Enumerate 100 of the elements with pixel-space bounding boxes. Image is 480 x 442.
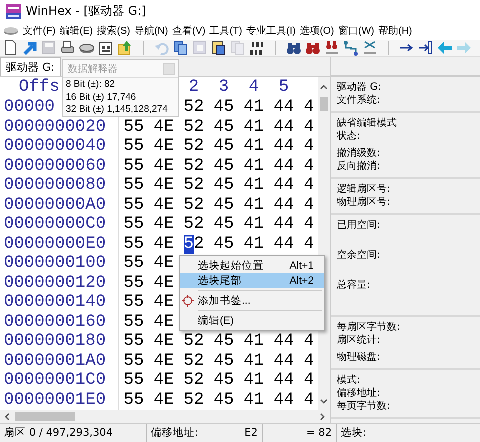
hex-byte[interactable]: 4E — [149, 176, 179, 196]
scrollbar-thumb[interactable] — [15, 412, 75, 421]
hex-byte[interactable]: 45 — [209, 118, 239, 137]
hex-byte[interactable]: 52 — [179, 137, 209, 156]
hex-byte[interactable]: 41 — [239, 98, 269, 118]
hex-byte[interactable]: 44 — [269, 196, 299, 215]
menu-item[interactable]: 窗口(W) — [338, 23, 374, 39]
hex-byte[interactable]: 45 — [209, 156, 239, 176]
hex-byte[interactable]: 44 — [269, 176, 299, 196]
hex-byte[interactable]: 4E — [149, 274, 179, 293]
hex-byte[interactable]: 55 — [119, 390, 149, 410]
hex-byte[interactable]: 52 — [179, 156, 209, 176]
menu-item[interactable]: 搜索(S) — [97, 23, 130, 39]
menu-item[interactable]: 选块起始位置 Alt+1 — [180, 258, 324, 273]
hex-byte[interactable]: 55 — [119, 352, 149, 371]
hex-byte[interactable]: 4 — [299, 390, 318, 410]
hex-byte[interactable]: 52 — [179, 234, 209, 254]
goto-icon[interactable] — [418, 40, 434, 56]
hex-byte[interactable]: 44 — [269, 156, 299, 176]
hex-byte[interactable]: 45 — [209, 137, 239, 156]
hex-byte[interactable]: 4E — [149, 390, 179, 410]
replace-icon[interactable] — [343, 40, 359, 56]
hex-byte[interactable]: 4E — [149, 118, 179, 137]
hex-byte[interactable]: 52 — [179, 118, 209, 137]
hex-byte[interactable]: 52 — [179, 176, 209, 196]
hex-byte[interactable]: 4E — [149, 254, 179, 274]
hex-byte[interactable]: 41 — [239, 196, 269, 215]
menu-item[interactable]: 选项(O) — [300, 23, 334, 39]
hex-byte[interactable]: 55 — [119, 332, 149, 352]
hex-byte[interactable]: 4E — [149, 352, 179, 371]
hex-byte[interactable]: 4E — [149, 215, 179, 234]
hex-byte[interactable]: 55 — [119, 234, 149, 254]
hex-byte[interactable]: 45 — [209, 390, 239, 410]
hex-byte[interactable]: 55 — [119, 215, 149, 234]
replace-icon[interactable] — [362, 40, 378, 56]
printer-icon[interactable] — [60, 40, 76, 56]
hex-byte[interactable]: 55 — [119, 293, 149, 312]
scroll-down-icon[interactable] — [320, 398, 328, 406]
hex-byte[interactable]: 44 — [269, 215, 299, 234]
hex-byte[interactable]: 4 — [299, 215, 318, 234]
hex-byte[interactable]: 41 — [239, 156, 269, 176]
hex-byte[interactable]: 44 — [269, 118, 299, 137]
menu-item[interactable]: 选块尾部 Alt+2 — [180, 273, 324, 288]
hex-byte[interactable]: 52 — [179, 332, 209, 352]
hex-byte[interactable]: 4 — [299, 137, 318, 156]
binoculars-icon[interactable] — [324, 40, 340, 56]
clipboard-icon[interactable] — [211, 40, 227, 56]
scroll-up-icon[interactable] — [320, 83, 328, 91]
hex-byte[interactable]: 55 — [119, 137, 149, 156]
hex-byte[interactable]: 4E — [149, 234, 179, 254]
hex-byte[interactable]: 41 — [239, 390, 269, 410]
hex-byte[interactable]: 4E — [149, 332, 179, 352]
hex-byte[interactable]: 45 — [209, 371, 239, 390]
hex-byte[interactable]: 41 — [239, 215, 269, 234]
menu-item[interactable]: 添加书签... — [180, 293, 324, 308]
hex-byte[interactable]: 4E — [149, 137, 179, 156]
menu-item[interactable]: 专业工具(I) — [246, 23, 296, 39]
hex-byte[interactable]: 55 — [119, 196, 149, 215]
hex-byte[interactable]: 4 — [299, 332, 318, 352]
hex-byte[interactable]: 4 — [299, 352, 318, 371]
hex-byte[interactable]: 45 — [209, 176, 239, 196]
hex-byte[interactable]: 44 — [269, 234, 299, 254]
hex-byte[interactable]: 55 — [119, 156, 149, 176]
hex-byte[interactable]: 52 — [179, 98, 209, 118]
hex-byte[interactable]: 52 — [179, 371, 209, 390]
hex-byte[interactable]: 45 — [209, 215, 239, 234]
hex-byte[interactable]: 4 — [299, 98, 318, 118]
scroll-right-icon[interactable] — [319, 412, 327, 420]
hex-byte[interactable]: 41 — [239, 332, 269, 352]
menu-item[interactable]: 编辑(E) — [180, 313, 324, 328]
hex-byte[interactable]: 4E — [149, 371, 179, 390]
conversion-icon[interactable] — [249, 40, 265, 56]
hex-byte[interactable]: 52 — [179, 390, 209, 410]
hex-byte[interactable]: 4 — [299, 156, 318, 176]
hex-byte[interactable]: 44 — [269, 332, 299, 352]
hex-byte[interactable]: 44 — [269, 137, 299, 156]
hex-byte[interactable]: 52 — [179, 196, 209, 215]
horizontal-scrollbar[interactable] — [0, 410, 330, 423]
hex-byte[interactable]: 41 — [239, 352, 269, 371]
hex-byte[interactable]: 55 — [119, 254, 149, 274]
hex-byte[interactable]: 41 — [239, 118, 269, 137]
hex-byte[interactable]: 4E — [149, 293, 179, 312]
menu-item[interactable]: 帮助(H) — [378, 23, 412, 39]
hex-byte[interactable]: 4 — [299, 176, 318, 196]
hex-byte[interactable]: 4 — [299, 196, 318, 215]
hex-byte[interactable]: 44 — [269, 98, 299, 118]
hex-byte[interactable]: 55 — [119, 176, 149, 196]
hex-byte[interactable]: 4 — [299, 118, 318, 137]
hex-byte[interactable]: 55 — [119, 371, 149, 390]
hex-byte[interactable]: 45 — [209, 98, 239, 118]
hex-byte[interactable]: 52 — [179, 215, 209, 234]
binoculars-icon[interactable] — [286, 40, 302, 56]
menu-item[interactable]: 文件(F) — [23, 23, 56, 39]
hex-byte[interactable]: 4 — [299, 371, 318, 390]
hex-byte[interactable]: 45 — [209, 332, 239, 352]
hex-byte[interactable]: 55 — [119, 312, 149, 332]
hex-byte[interactable]: 41 — [239, 371, 269, 390]
hex-byte[interactable]: 4E — [149, 156, 179, 176]
hex-byte[interactable]: 52 — [179, 352, 209, 371]
properties-icon[interactable] — [98, 40, 114, 56]
